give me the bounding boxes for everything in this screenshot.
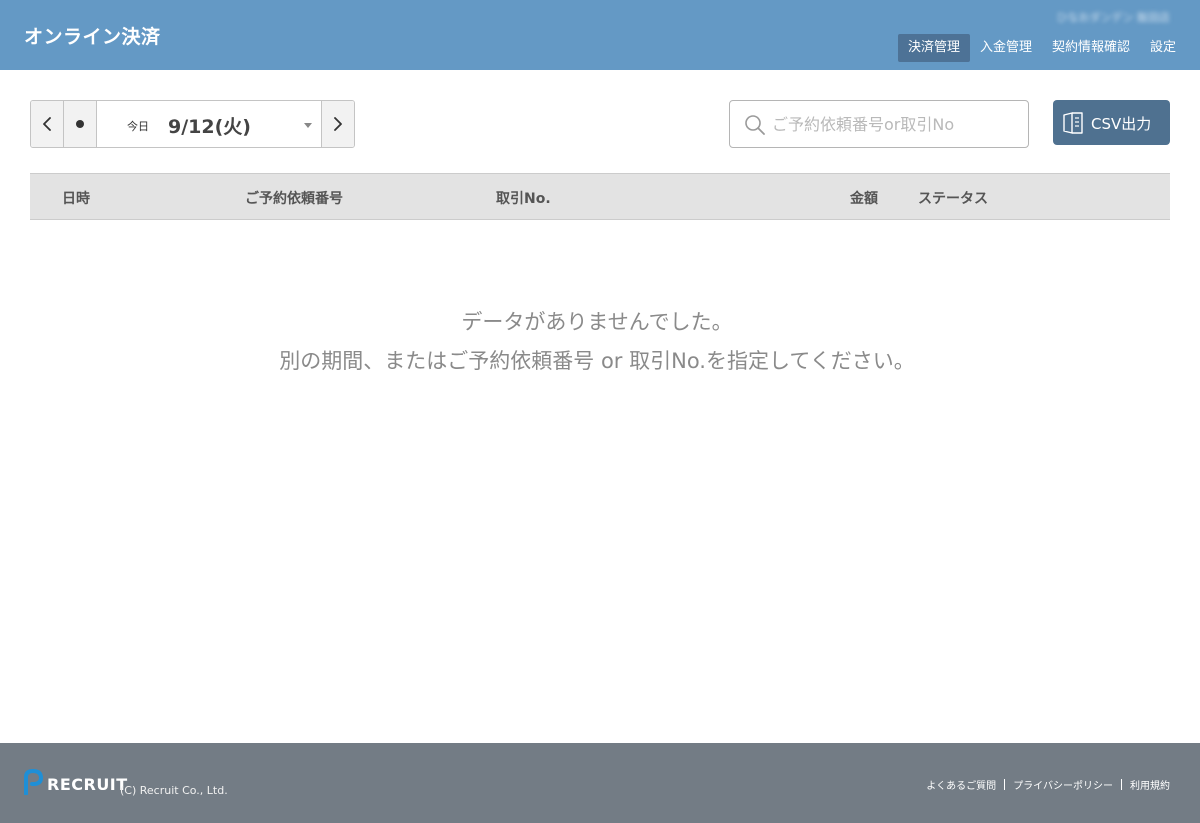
column-status: ステータス: [918, 191, 988, 207]
chevron-right-icon: [334, 117, 342, 131]
chevron-left-icon: [43, 117, 51, 131]
nav-contract-info[interactable]: 契約情報確認: [1042, 34, 1140, 62]
dot-icon: [76, 120, 84, 128]
recruit-logo-icon: [24, 769, 44, 795]
footer-links: よくあるご質問 プライバシーポリシー 利用規約: [926, 777, 1170, 792]
footer-link-privacy[interactable]: プライバシーポリシー: [1013, 777, 1113, 792]
prev-day-button[interactable]: [31, 101, 64, 147]
date-value: 9/12(火): [168, 116, 251, 138]
main-nav: 決済管理 入金管理 契約情報確認 設定: [897, 34, 1186, 62]
date-select[interactable]: 今日 9/12(火): [97, 101, 321, 147]
next-day-button[interactable]: [321, 101, 354, 147]
today-label: 今日: [127, 120, 149, 133]
empty-message-hint: 別の期間、またはご予約依頼番号 or 取引No.を指定してください。: [279, 349, 915, 373]
csv-export-label: CSV出力: [1091, 115, 1152, 133]
store-name: ひなおダンデン 飯田店: [1056, 11, 1171, 24]
recruit-logo: RECRUIT: [23, 769, 128, 795]
app-title: オンライン決済: [24, 26, 161, 48]
footer: RECRUIT (C) Recruit Co., Ltd. よくあるご質問 プラ…: [0, 743, 1200, 823]
app-header: オンライン決済 ひなおダンデン 飯田店 決済管理 入金管理 契約情報確認 設定: [0, 0, 1200, 70]
table-header: 日時 ご予約依頼番号 取引No. 金額 ステータス: [30, 173, 1170, 220]
nav-settings[interactable]: 設定: [1140, 34, 1186, 62]
search-icon: [745, 115, 765, 135]
csv-export-button[interactable]: CSV出力: [1053, 100, 1170, 145]
footer-link-terms[interactable]: 利用規約: [1130, 777, 1170, 792]
copyright: (C) Recruit Co., Ltd.: [120, 784, 228, 797]
logo-text: RECRUIT: [47, 775, 128, 794]
date-picker: 今日 9/12(火): [30, 100, 355, 148]
column-datetime: 日時: [62, 191, 90, 207]
nav-deposit-management[interactable]: 入金管理: [970, 34, 1042, 62]
book-icon: [1063, 112, 1083, 134]
nav-payment-management[interactable]: 決済管理: [897, 34, 970, 62]
column-amount: 金額: [850, 191, 878, 207]
search-input[interactable]: [772, 109, 1020, 139]
empty-message-title: データがありませんでした。: [461, 310, 733, 334]
footer-link-faq[interactable]: よくあるご質問: [926, 777, 996, 792]
column-transaction-no: 取引No.: [496, 191, 551, 207]
search-box: [729, 100, 1029, 148]
today-button[interactable]: [64, 101, 97, 147]
column-reservation-number: ご予約依頼番号: [245, 191, 343, 207]
caret-down-icon: [304, 123, 312, 128]
footer-divider: [1121, 779, 1122, 790]
footer-divider: [1004, 779, 1006, 790]
